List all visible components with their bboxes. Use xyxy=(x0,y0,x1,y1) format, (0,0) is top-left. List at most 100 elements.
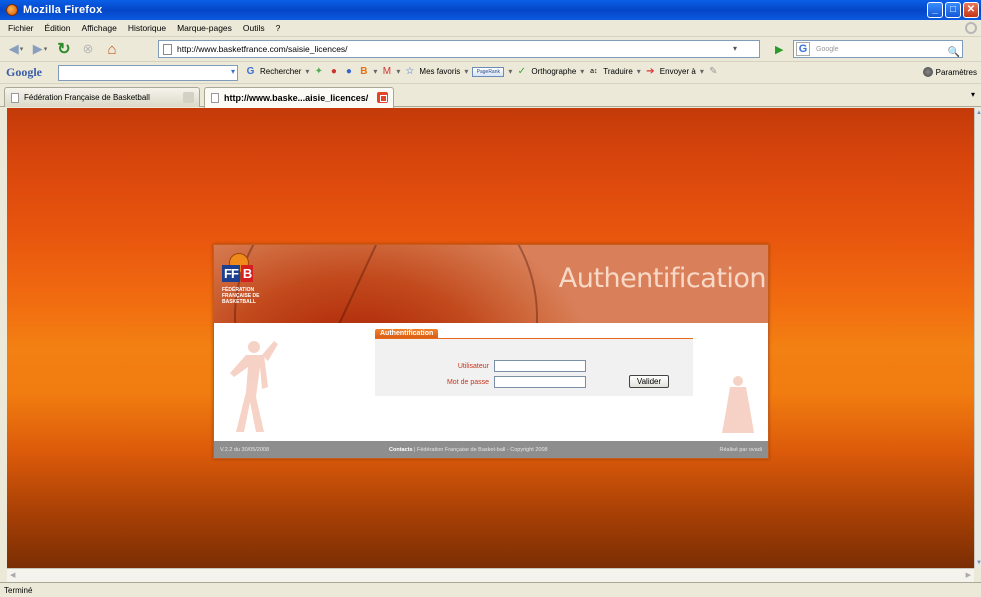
gmail-icon[interactable]: M xyxy=(381,66,392,77)
orthographe-button[interactable]: Orthographe xyxy=(531,67,576,76)
login-footer: V.2.2 du 30/05/2008 Contacts | Fédératio… xyxy=(214,441,768,458)
address-dropdown-icon[interactable]: ▾ xyxy=(733,44,737,53)
scroll-down-icon[interactable]: ▼ xyxy=(976,560,981,566)
back-button[interactable]: ◀ ▾ xyxy=(6,39,26,59)
google-search-dropdown-icon[interactable]: ▾ xyxy=(231,67,235,76)
window-left-edge xyxy=(0,108,7,582)
dropdown-icon[interactable]: ▾ xyxy=(305,67,309,76)
vertical-scrollbar[interactable]: ▲ ▼ xyxy=(974,108,981,568)
forward-dropdown-icon[interactable]: ▾ xyxy=(44,45,48,53)
menu-bar: Fichier Édition Affichage Historique Mar… xyxy=(0,20,981,37)
blue-ball-icon[interactable]: ● xyxy=(343,66,354,77)
dropdown-icon[interactable]: ▾ xyxy=(396,67,400,76)
stop-icon: ⊗ xyxy=(82,41,94,56)
menu-outils[interactable]: Outils xyxy=(243,23,265,33)
window-title: Mozilla Firefox xyxy=(23,4,103,16)
star-icon[interactable]: ☆ xyxy=(404,66,415,77)
window-title-bar: Mozilla Firefox _ □ ✕ xyxy=(0,0,981,20)
spellcheck-icon[interactable]: ✓ xyxy=(516,66,527,77)
traduire-button[interactable]: Traduire xyxy=(603,67,633,76)
valider-button[interactable]: Valider xyxy=(629,375,669,388)
maximize-button[interactable]: □ xyxy=(945,2,961,18)
menu-help[interactable]: ? xyxy=(276,23,281,33)
navigation-toolbar: ◀ ▾ ▶ ▾ ↻ ⊗ ⌂ http://www.basketfrance.com/… xyxy=(0,37,981,62)
go-icon[interactable]: ▶ xyxy=(775,43,783,56)
login-header: FF B FÉDÉRATION FRANÇAISE DE BASKETBALL A… xyxy=(214,245,768,323)
password-field[interactable] xyxy=(494,376,586,388)
tab-federation[interactable]: Fédération Française de Basketball xyxy=(4,87,200,107)
translate-icon[interactable]: a↕ xyxy=(588,66,599,77)
menu-affichage[interactable]: Affichage xyxy=(82,23,117,33)
dropdown-icon[interactable]: ▾ xyxy=(373,67,377,76)
forward-arrow-icon: ▶ xyxy=(32,41,43,56)
window-controls: _ □ ✕ xyxy=(927,2,979,18)
scroll-right-icon[interactable]: ▶ xyxy=(966,571,971,579)
google-search-engine-icon[interactable]: G xyxy=(796,42,810,56)
menu-marque-pages[interactable]: Marque-pages xyxy=(177,23,232,33)
pagerank-ball-icon[interactable]: ● xyxy=(328,66,339,77)
version-text: V.2.2 du 30/05/2008 xyxy=(220,447,270,453)
rechercher-button[interactable]: Rechercher xyxy=(260,67,301,76)
login-card: FF B FÉDÉRATION FRANÇAISE DE BASKETBALL A… xyxy=(213,244,769,459)
credits-text: Réalisé par ovadi xyxy=(719,447,763,453)
back-dropdown-icon[interactable]: ▾ xyxy=(20,45,24,53)
page-title: Authentification xyxy=(558,263,767,294)
scroll-left-icon[interactable]: ◀ xyxy=(10,571,15,579)
envoyer-button[interactable]: Envoyer à xyxy=(660,67,696,76)
google-toolbar-tools: G Rechercher ▾ ✦ ● ● B ▾ M ▾ ☆ Mes favor… xyxy=(245,66,719,77)
search-box[interactable]: G Google 🔍 xyxy=(793,40,963,58)
dropdown-icon[interactable]: ▾ xyxy=(580,67,584,76)
player-silhouette-right xyxy=(722,376,754,433)
dropdown-icon[interactable]: ▾ xyxy=(637,67,641,76)
player-silhouette-left xyxy=(230,341,278,432)
tab-page-icon xyxy=(11,92,19,103)
logo-letters: FF B xyxy=(222,265,266,285)
home-icon: ⌂ xyxy=(107,40,117,58)
tab-label: http://www.baske...aisie_licences/ xyxy=(224,93,369,103)
horizontal-scrollbar[interactable]: ◀ ▶ xyxy=(7,568,974,582)
highlighter-icon[interactable]: ✎ xyxy=(708,66,719,77)
address-url[interactable]: http://www.basketfrance.com/saisie_licen… xyxy=(177,44,348,54)
search-go-icon[interactable]: 🔍 xyxy=(948,47,960,58)
forward-button[interactable]: ▶ ▾ xyxy=(30,39,50,59)
minimize-button[interactable]: _ xyxy=(927,2,943,18)
activity-throbber-icon xyxy=(965,22,977,34)
copyright-text: | Fédération Française de Basket-ball - … xyxy=(412,447,548,453)
tab-list-icon[interactable]: ▾ xyxy=(971,90,975,99)
scroll-up-icon[interactable]: ▲ xyxy=(976,110,981,116)
logo-letters-ff: FF xyxy=(222,265,240,282)
google-logo[interactable]: Google xyxy=(6,65,42,80)
google-g-icon[interactable]: G xyxy=(245,66,256,77)
send-arrow-icon[interactable]: ➔ xyxy=(645,66,656,77)
pagerank-meter[interactable]: PageRank xyxy=(472,66,505,77)
home-button[interactable]: ⌂ xyxy=(102,39,122,59)
reload-button[interactable]: ↻ xyxy=(54,39,74,59)
tab-saisie-licences[interactable]: http://www.baske...aisie_licences/ xyxy=(204,87,394,108)
google-toolbar: Google ▾ G Rechercher ▾ ✦ ● ● B ▾ M ▾ ☆ … xyxy=(0,62,981,84)
parametres-button[interactable]: Paramètres xyxy=(922,67,977,77)
contacts-link[interactable]: Contacts xyxy=(389,447,413,453)
menu-historique[interactable]: Historique xyxy=(128,23,166,33)
back-arrow-icon: ◀ xyxy=(8,41,19,56)
google-toolbar-search-input[interactable] xyxy=(58,65,238,81)
ffbb-logo: FF B FÉDÉRATION FRANÇAISE DE BASKETBALL xyxy=(222,253,266,315)
search-placeholder[interactable]: Google xyxy=(816,46,839,53)
close-window-button[interactable]: ✕ xyxy=(963,2,979,18)
stop-button[interactable]: ⊗ xyxy=(78,39,98,59)
dropdown-icon[interactable]: ▾ xyxy=(700,67,704,76)
menu-fichier[interactable]: Fichier xyxy=(8,23,34,33)
parametres-label: Paramètres xyxy=(935,67,977,77)
dropdown-icon[interactable]: ▾ xyxy=(464,67,468,76)
address-bar[interactable]: http://www.basketfrance.com/saisie_licen… xyxy=(158,40,760,58)
tab-close-icon[interactable] xyxy=(377,92,388,103)
blogger-icon[interactable]: B xyxy=(358,66,369,77)
username-field[interactable] xyxy=(494,360,586,372)
menu-edition[interactable]: Édition xyxy=(45,23,71,33)
tab-close-icon[interactable] xyxy=(183,92,194,103)
favoris-button[interactable]: Mes favoris xyxy=(419,67,460,76)
dropdown-icon[interactable]: ▾ xyxy=(508,67,512,76)
settings-gear-icon xyxy=(922,67,933,77)
username-label: Utilisateur xyxy=(457,363,489,370)
news-icon[interactable]: ✦ xyxy=(313,66,324,77)
tab-label: Fédération Française de Basketball xyxy=(24,93,150,102)
